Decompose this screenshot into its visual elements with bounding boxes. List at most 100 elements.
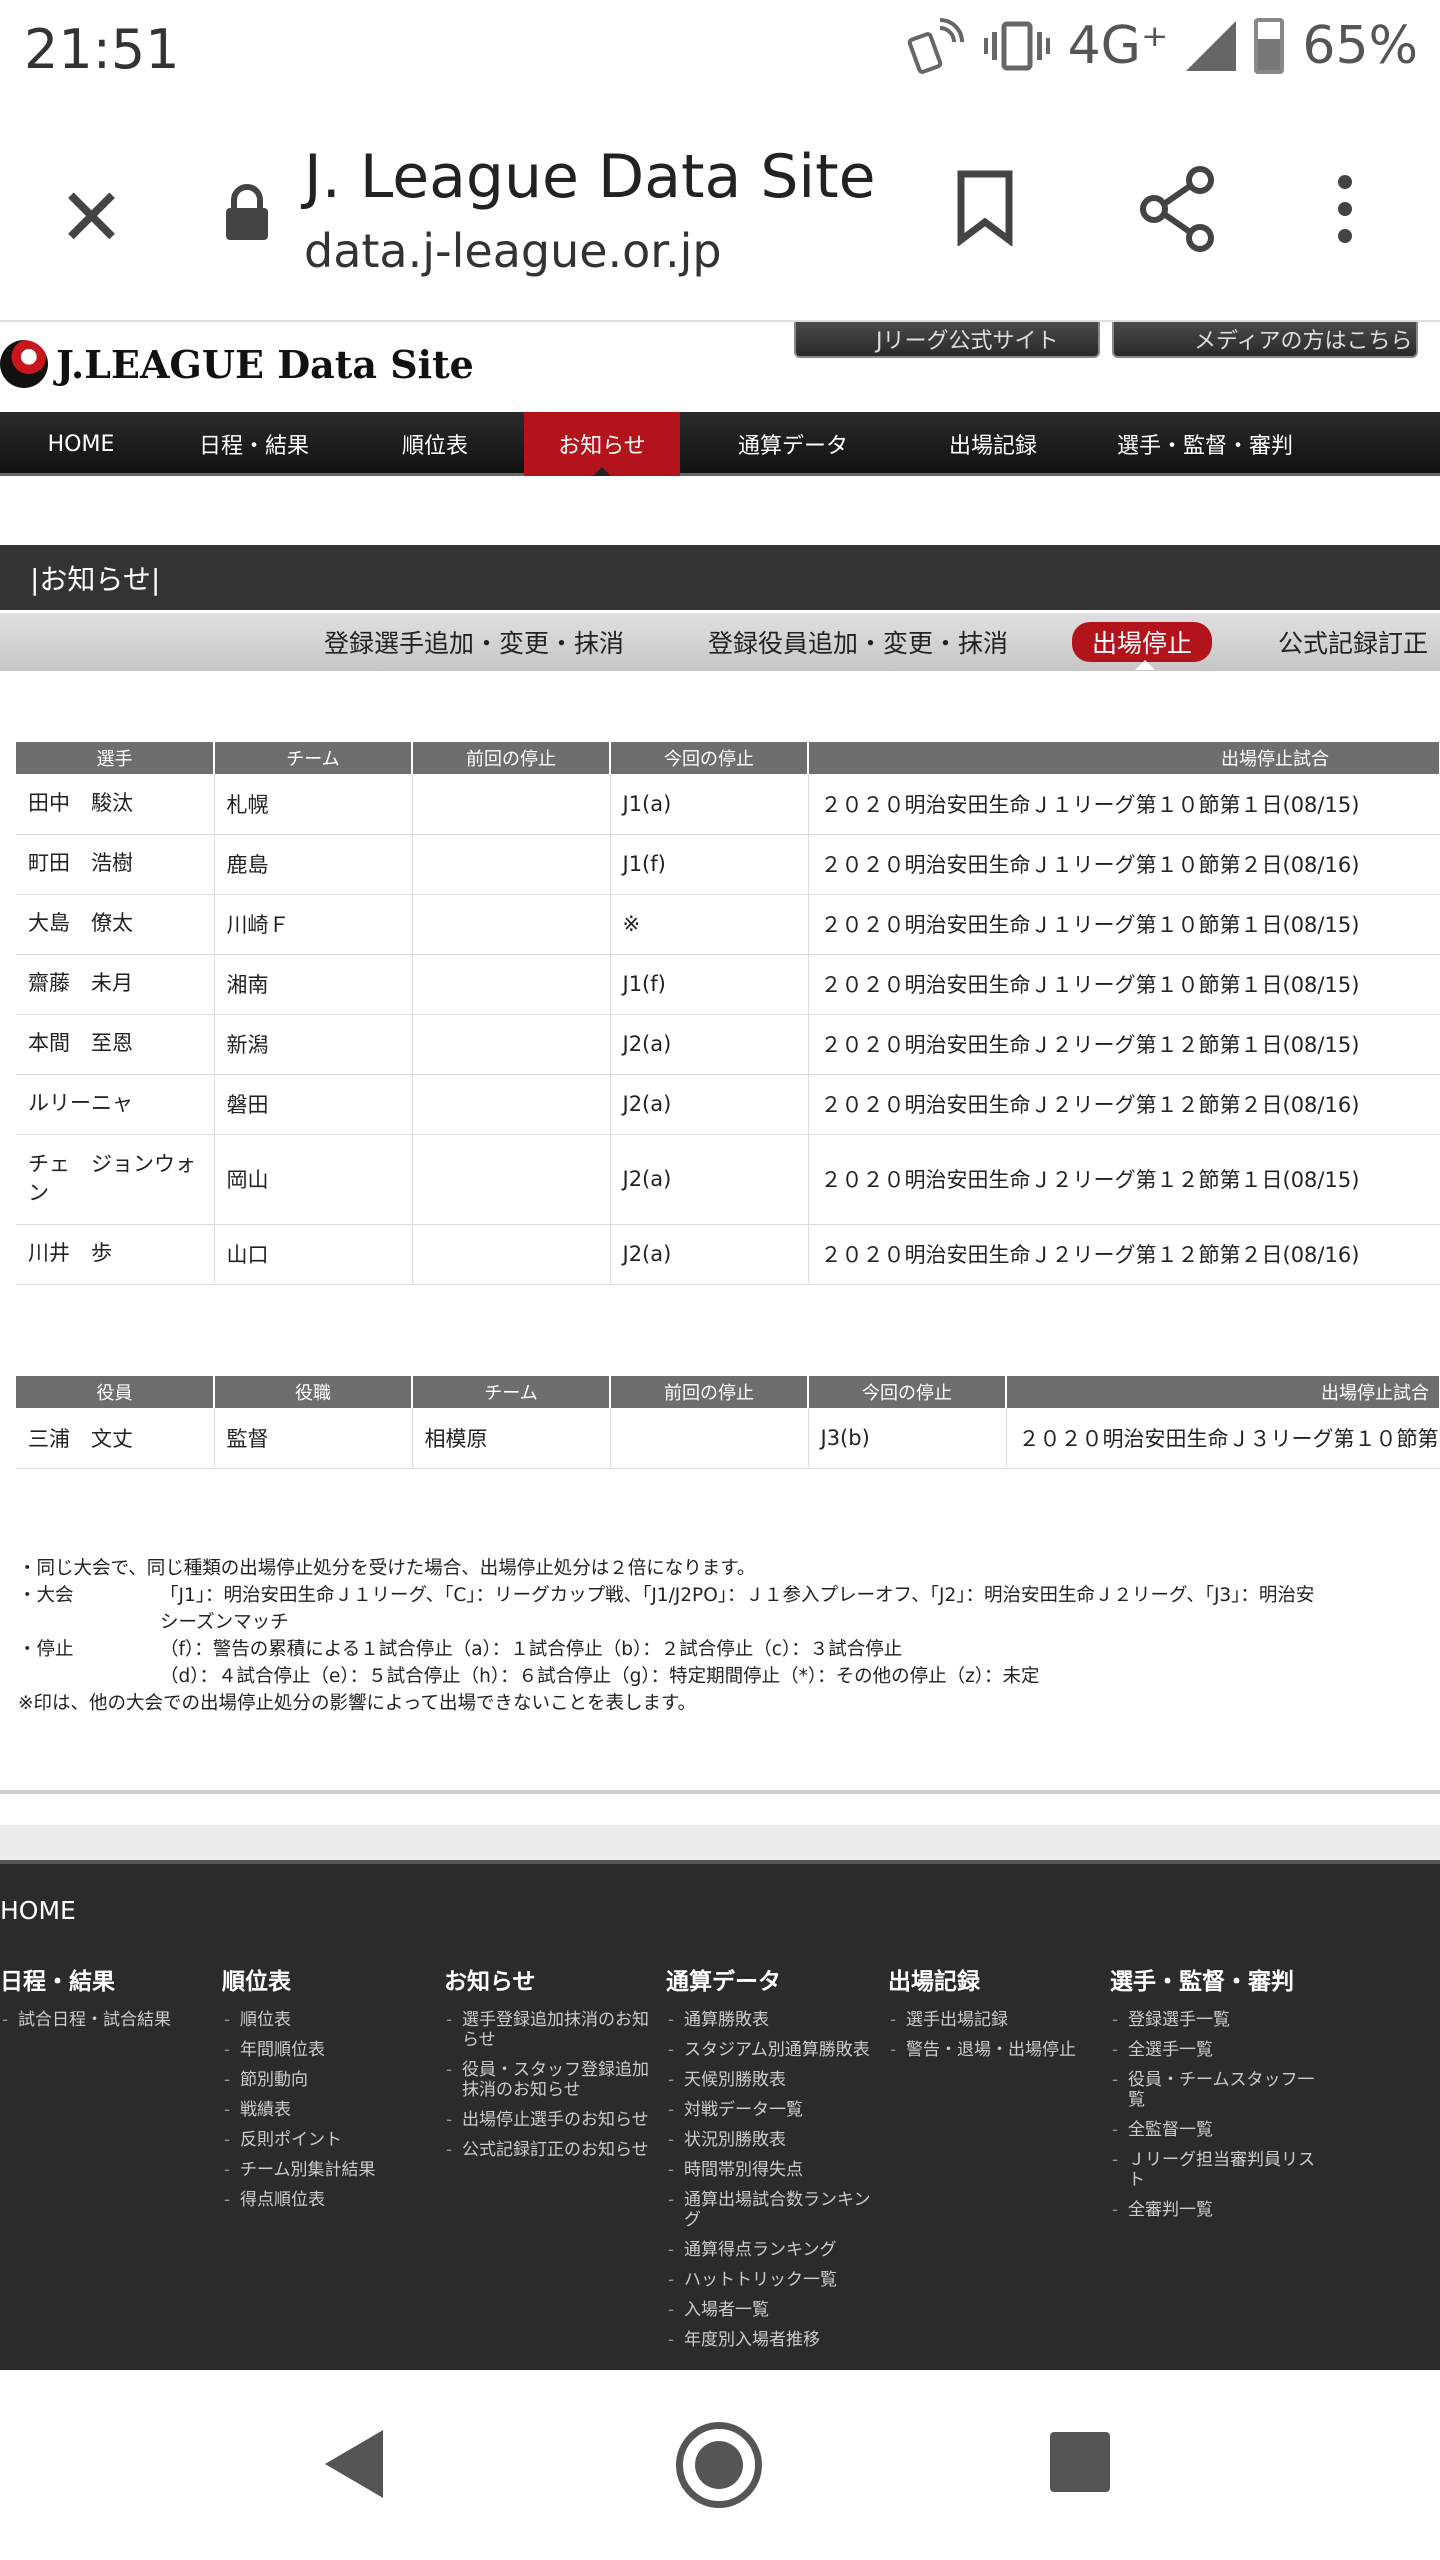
nav-appearance-records[interactable]: 出場記録 — [906, 412, 1080, 476]
subnav-official-registration[interactable]: 登録役員追加・変更・抹消 — [708, 624, 1008, 660]
nav-cumulative-data[interactable]: 通算データ — [680, 412, 906, 476]
section-title-label: |お知らせ| — [30, 562, 161, 596]
footer-column-title[interactable]: 順位表 — [222, 1962, 442, 1996]
close-tab-icon[interactable]: ✕ — [58, 178, 125, 258]
footer-column-title[interactable]: 出場記録 — [888, 1962, 1108, 1996]
previous-suspension-cell — [412, 1134, 611, 1225]
footer-column-title[interactable]: 選手・監督・審判 — [1110, 1962, 1330, 1996]
bookmark-icon[interactable] — [955, 170, 1015, 246]
footer-link[interactable]: チーム別集計結果 — [222, 2160, 442, 2180]
table-row: 本間 至恩 新潟 J2(a) ２０２０明治安田生命Ｊ２リーグ第１２節第１日(08/15… — [16, 1014, 1440, 1075]
footer-link[interactable]: 選手出場記録 — [888, 2010, 1108, 2030]
column-header: 今回の停止 — [610, 742, 809, 774]
player-name-cell[interactable]: 齋藤 未月 — [16, 954, 215, 1015]
nav-standings[interactable]: 順位表 — [346, 412, 524, 476]
table-row: 大島 僚太 川崎Ｆ ※ ２０２０明治安田生命Ｊ１リーグ第１０節第１日(08/15) — [16, 894, 1440, 955]
footer-link[interactable]: 通算勝敗表 — [666, 2010, 886, 2030]
footer-link[interactable]: 時間帯別得失点 — [666, 2160, 886, 2180]
subnav-player-registration[interactable]: 登録選手追加・変更・抹消 — [324, 624, 624, 660]
footer-column: 順位表順位表年間順位表節別動向戦績表反則ポイントチーム別集計結果得点順位表 — [222, 1962, 442, 2220]
footer-link[interactable]: 節別動向 — [222, 2070, 442, 2090]
footer-link[interactable]: 年度別入場者推移 — [666, 2330, 886, 2350]
footer-link[interactable]: 対戦データ一覧 — [666, 2100, 886, 2120]
battery-level: 65% — [1302, 16, 1418, 76]
table-row: チェ ジョンウォン 岡山 J2(a) ２０２０明治安田生命Ｊ２リーグ第１２節第１日(0… — [16, 1134, 1440, 1225]
url-label[interactable]: data.j-league.or.jp — [304, 224, 722, 278]
column-header: 選手 — [16, 742, 215, 774]
footer-link[interactable]: 役員・スタッフ登録追加抹消のお知らせ — [444, 2060, 664, 2100]
footer-link[interactable]: 全審判一覧 — [1110, 2200, 1330, 2220]
player-name-cell[interactable]: 町田 浩樹 — [16, 834, 215, 895]
signal-icon — [1186, 21, 1237, 71]
suspended-officials-table: 役員 役職 チーム 前回の停止 今回の停止 出場停止試合 三浦 文丈 監督 相模原 J… — [16, 1376, 1440, 1469]
footer-link[interactable]: 全選手一覧 — [1110, 2040, 1330, 2060]
note-key: ・停止 — [18, 1639, 74, 1660]
nav-home[interactable]: HOME — [0, 412, 162, 476]
footer-link[interactable]: 選手登録追加抹消のお知らせ — [444, 2010, 664, 2050]
footer-column-title[interactable]: お知らせ — [444, 1962, 664, 1996]
nav-players-managers-referees[interactable]: 選手・監督・審判 — [1080, 412, 1330, 476]
logo-text: J.LEAGUE Data Site — [56, 341, 474, 387]
position-cell: 監督 — [214, 1408, 413, 1469]
footer-link[interactable]: 役員・チームスタッフ一覧 — [1110, 2070, 1330, 2110]
footer-link[interactable]: 得点順位表 — [222, 2190, 442, 2210]
table-row: 田中 駿汰 札幌 J1(a) ２０２０明治安田生命Ｊ１リーグ第１０節第１日(08/15… — [16, 774, 1440, 835]
active-tab-caret — [1135, 660, 1155, 670]
footer-link[interactable]: 公式記録訂正のお知らせ — [444, 2140, 664, 2160]
footer-link[interactable]: 天候別勝敗表 — [666, 2070, 886, 2090]
nav-news[interactable]: お知らせ — [524, 412, 680, 476]
footer-link[interactable]: Ｊリーグ担当審判員リスト — [1110, 2150, 1330, 2190]
team-cell: 山口 — [214, 1224, 413, 1285]
footer-link[interactable]: 登録選手一覧 — [1110, 2010, 1330, 2030]
footer-link[interactable]: 通算出場試合数ランキング — [666, 2190, 886, 2230]
player-name-cell[interactable]: 田中 駿汰 — [16, 774, 215, 835]
footer-link[interactable]: ハットトリック一覧 — [666, 2270, 886, 2290]
footer-link[interactable]: 反則ポイント — [222, 2130, 442, 2150]
footer-column-title[interactable]: 日程・結果 — [0, 1962, 220, 1996]
subnav-record-corrections[interactable]: 公式記録訂正 — [1278, 624, 1428, 660]
footer-link[interactable]: 警告・退場・出場停止 — [888, 2040, 1108, 2060]
nav-schedule-results[interactable]: 日程・結果 — [162, 412, 346, 476]
nav-label: 日程・結果 — [198, 434, 309, 459]
player-name-cell[interactable]: 大島 僚太 — [16, 894, 215, 955]
suspended-match-cell: ２０２０明治安田生命Ｊ１リーグ第１０節第１日(08/15) — [808, 954, 1440, 1015]
recent-apps-icon[interactable] — [1050, 2432, 1110, 2492]
footer-link[interactable]: 通算得点ランキング — [666, 2240, 886, 2260]
footer-link[interactable]: 状況別勝敗表 — [666, 2130, 886, 2150]
footer-link[interactable]: 年間順位表 — [222, 2040, 442, 2060]
team-cell: 相模原 — [412, 1408, 611, 1469]
home-icon[interactable] — [676, 2422, 762, 2508]
table-row: 町田 浩樹 鹿島 J1(f) ２０２０明治安田生命Ｊ１リーグ第１０節第２日(08/16… — [16, 834, 1440, 895]
column-header: チーム — [214, 742, 413, 774]
back-icon[interactable] — [325, 2430, 383, 2498]
footer-link[interactable]: 入場者一覧 — [666, 2300, 886, 2320]
nav-label: HOME — [47, 431, 115, 457]
footer-link[interactable]: 順位表 — [222, 2010, 442, 2030]
current-suspension-cell: J2(a) — [610, 1224, 809, 1285]
column-header: 前回の停止 — [610, 1376, 809, 1408]
site-logo[interactable]: J.LEAGUE Data Site — [0, 340, 474, 388]
subnav-suspensions[interactable]: 出場停止 — [1072, 622, 1213, 662]
jleague-official-site-button[interactable]: Jリーグ公式サイト — [794, 322, 1100, 358]
footer-home-link[interactable]: HOME — [0, 1896, 76, 1925]
share-icon[interactable] — [1138, 166, 1218, 252]
player-name-cell[interactable]: ルリーニャ — [16, 1074, 215, 1135]
player-name-cell[interactable]: 川井 歩 — [16, 1224, 215, 1285]
footer-link[interactable]: 全監督一覧 — [1110, 2120, 1330, 2140]
more-options-icon[interactable] — [1330, 174, 1360, 244]
lock-icon[interactable] — [222, 182, 272, 242]
suspended-match-cell: ２０２０明治安田生命Ｊ３リーグ第１０節第 — [1006, 1408, 1440, 1469]
player-name-cell[interactable]: 本間 至恩 — [16, 1014, 215, 1075]
footer-link[interactable]: 試合日程・試合結果 — [0, 2010, 220, 2030]
footer-column-title[interactable]: 通算データ — [666, 1962, 886, 1996]
media-login-button[interactable]: メディアの方はこちら — [1112, 322, 1418, 358]
footer-link[interactable]: 出場停止選手のお知らせ — [444, 2110, 664, 2130]
previous-suspension-cell — [412, 774, 611, 835]
suspended-match-cell: ２０２０明治安田生命Ｊ２リーグ第１２節第２日(08/16) — [808, 1224, 1440, 1285]
divider — [0, 1790, 1440, 1794]
official-name-cell: 三浦 文丈 — [16, 1408, 215, 1469]
player-name-cell[interactable]: チェ ジョンウォン — [16, 1134, 215, 1225]
footer-link[interactable]: 戦績表 — [222, 2100, 442, 2120]
table-row: ルリーニャ 磐田 J2(a) ２０２０明治安田生命Ｊ２リーグ第１２節第２日(08/16… — [16, 1074, 1440, 1135]
footer-link[interactable]: スタジアム別通算勝敗表 — [666, 2040, 886, 2060]
